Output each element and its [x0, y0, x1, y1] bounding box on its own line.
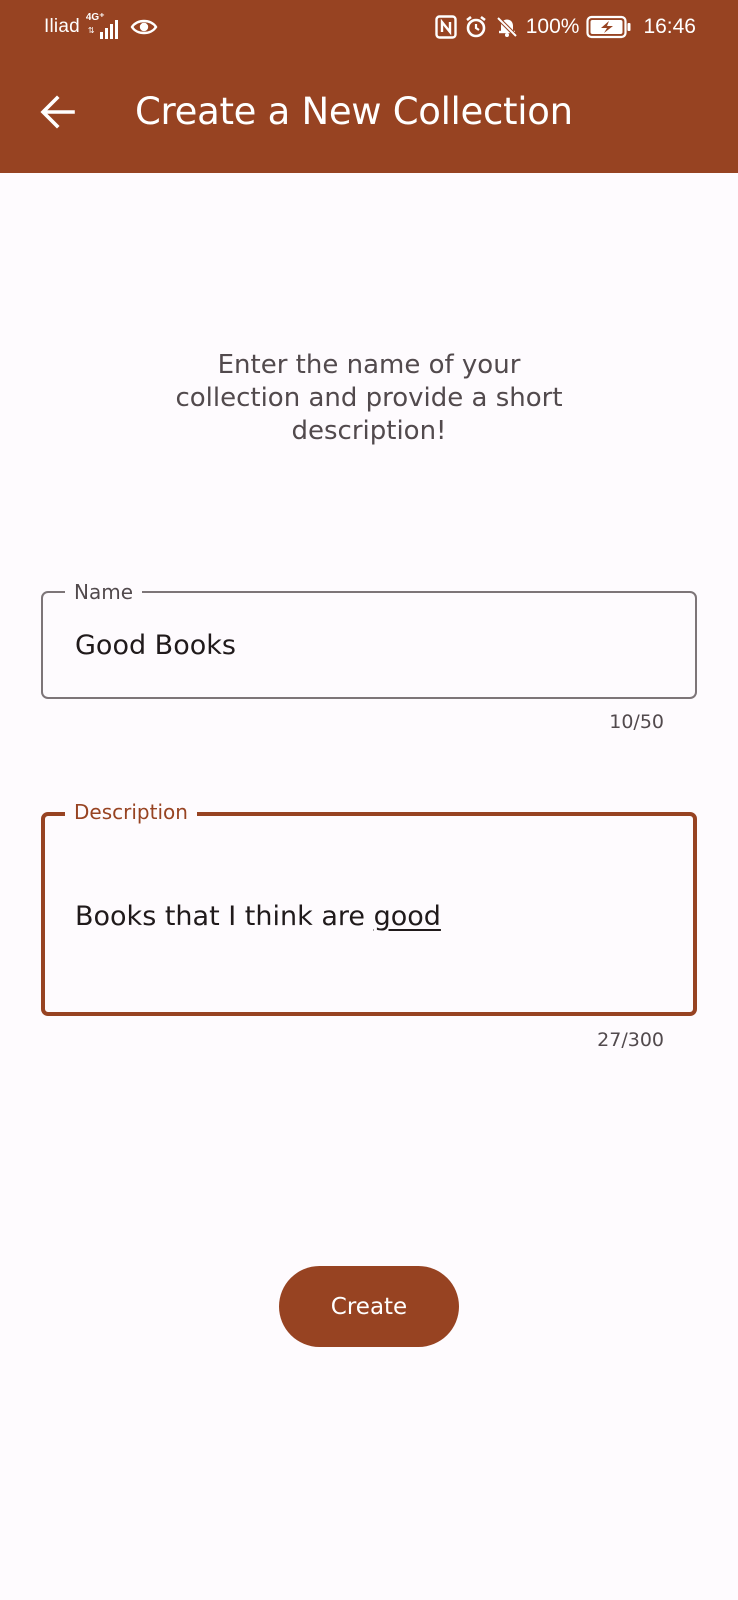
- name-field[interactable]: Name Good Books: [41, 580, 697, 699]
- status-left: Iliad 4G⁺ ⇅: [44, 12, 158, 42]
- description-char-counter: 27/300: [597, 1029, 664, 1051]
- description-field-value[interactable]: Books that I think are good: [75, 901, 441, 932]
- name-field-value[interactable]: Good Books: [75, 630, 236, 661]
- bell-off-icon: [495, 15, 519, 39]
- carrier-name: Iliad: [44, 16, 80, 37]
- page-title: Create a New Collection: [135, 90, 573, 133]
- description-text: Books that I think are: [75, 901, 374, 932]
- status-right: 100% 16:46: [435, 12, 696, 42]
- intro-text: Enter the name of your collection and pr…: [175, 350, 563, 446]
- name-char-counter: 10/50: [609, 711, 664, 733]
- battery-percent: 100%: [525, 15, 580, 38]
- back-button[interactable]: [34, 88, 82, 136]
- create-button[interactable]: Create: [279, 1266, 459, 1347]
- nfc-icon: [435, 15, 457, 39]
- top-app-bar: Iliad 4G⁺ ⇅ 100% 16:46 Create a New Coll…: [0, 0, 738, 173]
- arrow-back-icon: [40, 95, 75, 129]
- network-arrows: ⇅: [87, 26, 95, 35]
- clock: 16:46: [643, 15, 696, 38]
- description-field[interactable]: Description Books that I think are good: [41, 800, 697, 1016]
- status-bar: Iliad 4G⁺ ⇅ 100% 16:46: [0, 0, 738, 54]
- eye-icon: [130, 17, 158, 37]
- alarm-icon: [464, 15, 488, 39]
- description-text-underlined: good: [373, 901, 441, 932]
- description-field-label: Description: [65, 800, 197, 824]
- signal-bars-icon: 4G⁺ ⇅: [86, 13, 124, 41]
- battery-charging-icon: [586, 15, 632, 39]
- name-field-label: Name: [65, 580, 143, 604]
